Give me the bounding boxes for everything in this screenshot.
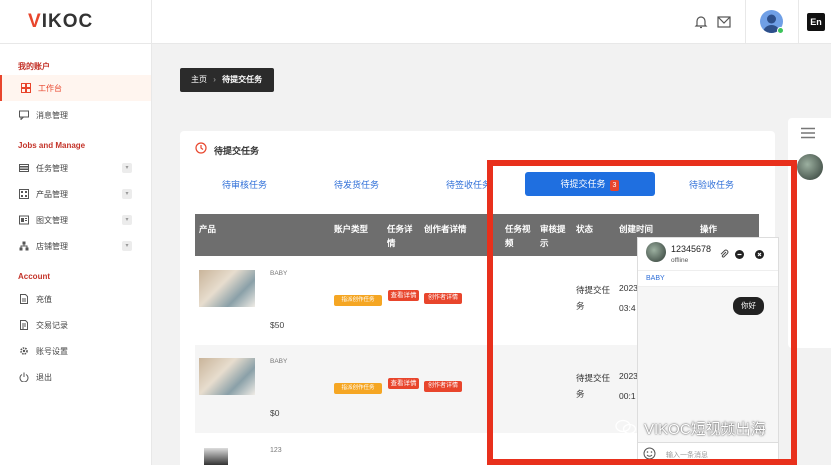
product-price: $50 — [270, 320, 285, 330]
store-icon — [19, 241, 29, 251]
sidebar-item-label: 充值 — [36, 295, 52, 304]
image-text-icon — [19, 215, 29, 225]
breadcrumb-home[interactable]: 主页 — [191, 75, 207, 84]
tab-pending-receipt[interactable]: 待签收任务 — [446, 178, 491, 191]
column-header: 产品 — [199, 224, 217, 234]
sidebar-item-label: 退出 — [36, 373, 52, 382]
sidebar-item-settings[interactable]: 账号设置 — [0, 338, 151, 364]
sidebar-section-account: Account — [18, 272, 50, 281]
breadcrumb: 主页 › 待提交任务 — [180, 68, 274, 92]
mail-icon[interactable] — [717, 16, 731, 28]
product-thumbnail — [199, 270, 255, 307]
dashboard-icon — [21, 83, 31, 93]
sidebar-item-tasks[interactable]: 任务管理 ▾ — [0, 155, 151, 181]
sidebar-item-label: 任务管理 — [36, 164, 68, 173]
divider — [745, 0, 746, 44]
chevron-down-icon[interactable]: ▾ — [122, 163, 132, 173]
creator-details-button[interactable]: 创作者详情 — [424, 293, 462, 304]
view-details-button[interactable]: 查看详情 — [388, 378, 419, 389]
product-icon — [19, 189, 29, 199]
chevron-down-icon[interactable]: ▾ — [122, 241, 132, 251]
sidebar-item-label: 账号设置 — [36, 347, 68, 356]
sidebar-item-products[interactable]: 产品管理 ▾ — [0, 181, 151, 207]
online-status-dot — [777, 27, 784, 34]
logo[interactable]: VIKOC — [28, 11, 93, 33]
recharge-icon — [20, 294, 28, 304]
logo-area: VIKOC — [0, 0, 152, 44]
product-name: BABY — [270, 358, 288, 365]
sidebar-item-stores[interactable]: 店铺管理 ▾ — [0, 233, 151, 259]
message-icon — [19, 110, 29, 120]
column-header: 任务详情 — [387, 224, 413, 248]
card-title: 待提交任务 — [214, 146, 260, 156]
contact-avatar[interactable] — [797, 154, 823, 180]
sidebar-item-label: 交易记录 — [36, 321, 68, 330]
product-name: BABY — [270, 270, 288, 277]
breadcrumb-separator: › — [213, 75, 216, 84]
product-thumbnail — [204, 448, 228, 465]
transactions-icon — [20, 320, 28, 330]
task-icon — [19, 164, 29, 172]
wechat-icon — [615, 419, 637, 435]
sidebar-section-my-account: 我的账户 — [18, 62, 50, 71]
sidebar-section-jobs: Jobs and Manage — [18, 141, 86, 150]
view-details-button[interactable]: 查看详情 — [388, 290, 419, 301]
bell-icon[interactable] — [694, 15, 708, 29]
chevron-down-icon[interactable]: ▾ — [122, 215, 132, 225]
breadcrumb-current: 待提交任务 — [222, 75, 263, 84]
account-type-tag: 指派创作任务 — [334, 383, 382, 394]
sidebar-item-label: 工作台 — [38, 84, 62, 93]
sidebar-item-logout[interactable]: 退出 — [0, 364, 151, 390]
product-thumbnail — [199, 358, 255, 395]
creator-details-button[interactable]: 创作者详情 — [424, 381, 462, 392]
divider — [798, 0, 799, 44]
product-price: $0 — [270, 408, 280, 418]
sidebar-item-recharge[interactable]: 充值 — [0, 286, 151, 312]
sidebar-item-label: 产品管理 — [36, 190, 68, 199]
column-header: 创作者详情 — [424, 224, 467, 234]
tab-pending-shipment[interactable]: 待发货任务 — [334, 178, 379, 191]
account-type-tag: 指派创作任务 — [334, 295, 382, 306]
sidebar-item-messages[interactable]: 消息管理 — [0, 102, 151, 128]
chevron-down-icon[interactable]: ▾ — [122, 189, 132, 199]
column-header: 账户类型 — [334, 224, 369, 234]
menu-icon[interactable] — [801, 127, 815, 139]
sidebar-item-label: 图文管理 — [36, 216, 68, 225]
sidebar-item-dashboard[interactable]: 工作台 — [0, 75, 151, 101]
sidebar-item-label: 消息管理 — [36, 111, 68, 120]
watermark: VIKOC短视频出海 — [644, 421, 766, 438]
product-name: 123 — [270, 447, 282, 454]
sidebar: 我的账户 工作台 消息管理 Jobs and Manage 任务管理 ▾ 产品管… — [0, 44, 152, 465]
sidebar-item-image-text[interactable]: 图文管理 ▾ — [0, 207, 151, 233]
top-bar: VIKOC En — [0, 0, 831, 44]
sidebar-item-transactions[interactable]: 交易记录 — [0, 312, 151, 338]
sidebar-item-label: 店铺管理 — [36, 242, 68, 251]
tab-pending-review[interactable]: 待审核任务 — [222, 178, 267, 191]
settings-icon — [20, 347, 28, 355]
logout-icon — [19, 372, 29, 382]
language-switch[interactable]: En — [807, 13, 825, 31]
